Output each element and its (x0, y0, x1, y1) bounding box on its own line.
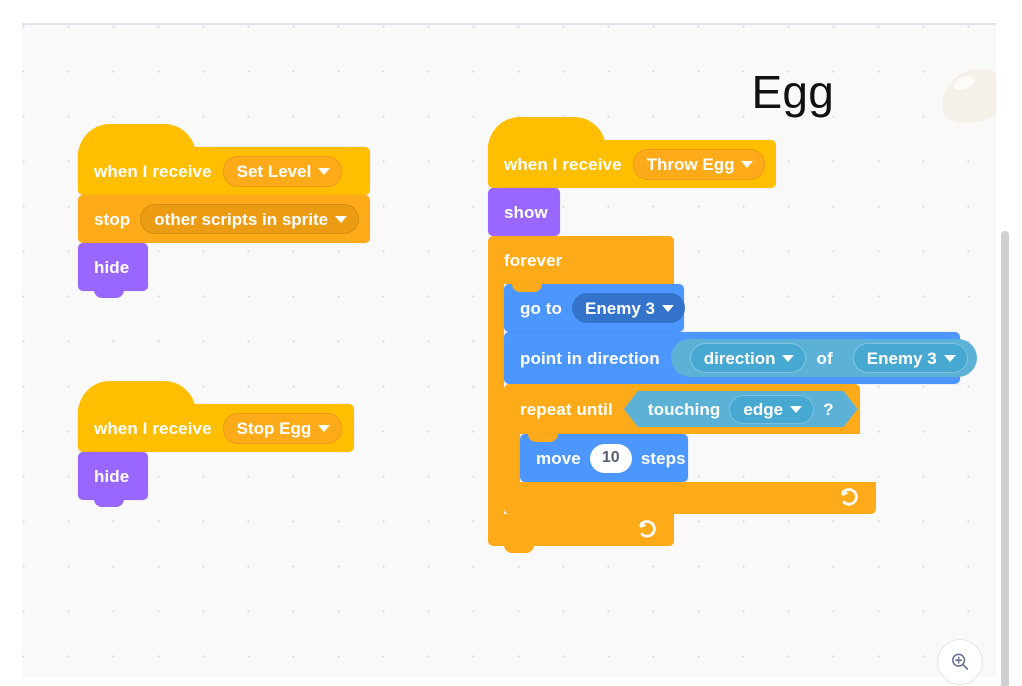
boolean-suffix: ? (823, 399, 834, 419)
block-when-i-receive-stop-egg[interactable]: when I receive Stop Egg (78, 381, 354, 452)
workspace-scrollbar-track[interactable] (1001, 23, 1016, 686)
chevron-down-icon (661, 305, 674, 312)
zoom-in-button[interactable] (938, 640, 982, 684)
repeat-until-mouth: move 10 steps (504, 434, 960, 489)
script-stop-egg[interactable]: when I receive Stop Egg hide (78, 381, 354, 507)
zoom-in-icon (951, 653, 969, 670)
block-label: forever (504, 250, 563, 270)
workspace-zoom-controls[interactable] (938, 640, 982, 684)
block-label: go to (520, 298, 563, 318)
block-show[interactable]: show (488, 188, 560, 243)
forever-mouth: go to Enemy 3 point in direction directi… (488, 284, 977, 521)
block-stop-other-scripts[interactable]: stop other scripts in sprite (78, 195, 370, 250)
input-steps-value[interactable]: 10 (589, 443, 632, 473)
repeat-until-spine (504, 434, 520, 482)
sprite-name-label: Egg (751, 66, 834, 118)
block-label: hide (94, 257, 130, 277)
blocks-workspace-canvas[interactable]: Egg when I receive Set Level stop other … (22, 23, 996, 677)
workspace-scrollbar-thumb[interactable] (1001, 231, 1009, 686)
block-label: hide (94, 466, 130, 486)
repeat-until-header[interactable]: repeat until touching edge ? (504, 384, 860, 434)
dropdown-message-stop-egg[interactable]: Stop Egg (222, 412, 343, 444)
forever-spine (488, 284, 504, 514)
dropdown-message-throw-egg[interactable]: Throw Egg (632, 148, 766, 180)
repeat-until-footer[interactable] (504, 482, 876, 521)
block-point-in-direction[interactable]: point in direction direction of Enemy 3 (504, 332, 977, 391)
block-label: point in direction (520, 348, 660, 368)
block-label: repeat until (520, 399, 613, 419)
reporter-connector-label: of (816, 348, 833, 368)
block-hide-1[interactable]: hide (78, 243, 148, 298)
block-label: when I receive (94, 161, 212, 181)
loop-arrow-icon (639, 520, 656, 538)
dropdown-touching-target[interactable]: edge (729, 395, 814, 424)
chevron-down-icon (318, 168, 331, 175)
repeat-until-contents: move 10 steps (520, 434, 688, 489)
block-label: show (504, 202, 548, 222)
block-label: stop (94, 209, 131, 229)
dropdown-reporter-target[interactable]: Enemy 3 (852, 343, 968, 373)
boolean-label: touching (647, 399, 721, 419)
egg-sprite-watermark-icon (933, 60, 996, 132)
block-when-i-receive-set-level[interactable]: when I receive Set Level (78, 124, 370, 195)
block-repeat-until[interactable]: repeat until touching edge ? move 10 ste… (504, 384, 960, 521)
block-hide-2[interactable]: hide (78, 452, 148, 507)
block-label: when I receive (504, 154, 622, 174)
chevron-down-icon (335, 216, 348, 223)
dropdown-stop-option[interactable]: other scripts in sprite (140, 204, 360, 234)
scratch-editor-window: Egg when I receive Set Level stop other … (0, 0, 1022, 686)
dropdown-property[interactable]: direction (689, 343, 807, 373)
boolean-touching-edge[interactable]: touching edge ? (624, 391, 858, 427)
dropdown-message-set-level[interactable]: Set Level (222, 155, 343, 187)
reporter-property-of-sprite[interactable]: direction of Enemy 3 (670, 339, 977, 377)
block-label: when I receive (94, 418, 212, 438)
forever-contents: go to Enemy 3 point in direction directi… (504, 284, 977, 521)
chevron-down-icon (943, 355, 956, 362)
script-throw-egg[interactable]: when I receive Throw Egg show forever go… (488, 117, 977, 553)
dropdown-go-to-target[interactable]: Enemy 3 (572, 293, 685, 323)
block-forever[interactable]: forever go to Enemy 3 point in direction… (488, 236, 977, 553)
chevron-down-icon (782, 355, 795, 362)
chevron-down-icon (318, 425, 331, 432)
forever-header[interactable]: forever (488, 236, 674, 284)
loop-arrow-icon (841, 488, 858, 506)
block-when-i-receive-throw-egg[interactable]: when I receive Throw Egg (488, 117, 776, 188)
script-set-level[interactable]: when I receive Set Level stop other scri… (78, 124, 370, 298)
forever-footer[interactable] (488, 514, 674, 553)
block-label-move: move (536, 448, 581, 468)
chevron-down-icon (790, 406, 802, 413)
chevron-down-icon (741, 161, 754, 168)
block-label-steps: steps (640, 448, 686, 468)
